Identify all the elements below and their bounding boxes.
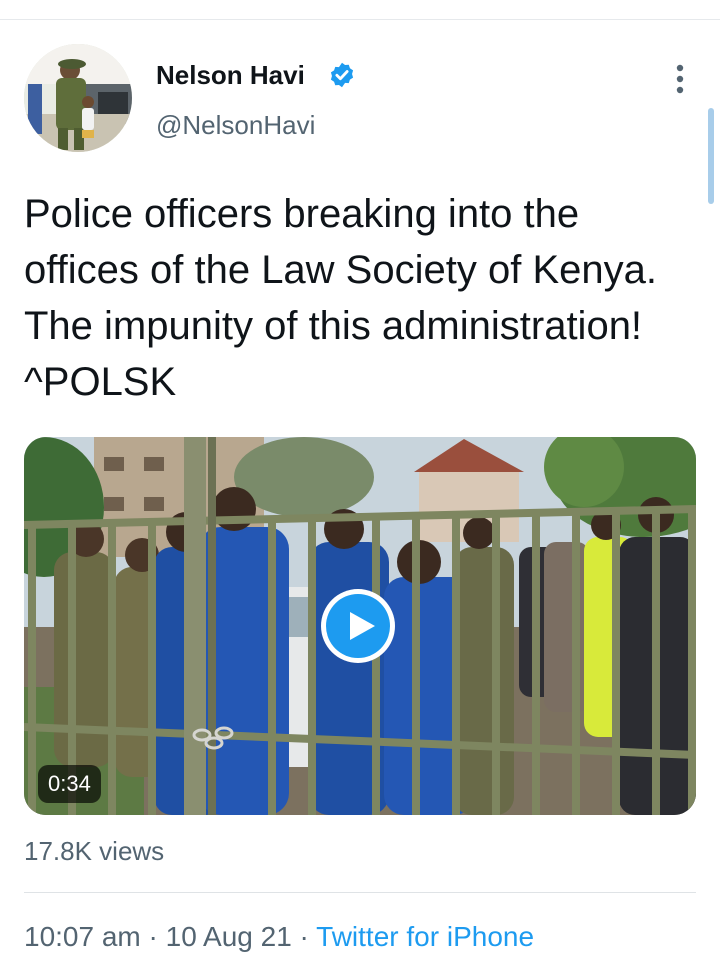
more-options-icon[interactable]	[666, 62, 694, 96]
divider	[24, 892, 696, 893]
scrollbar-thumb[interactable]	[708, 108, 714, 204]
video-player[interactable]: 0:34	[24, 437, 696, 815]
tweet-time: 10:07 am	[24, 921, 141, 952]
user-handle[interactable]: @NelsonHavi	[156, 110, 315, 141]
tweet-metadata: 10:07 am · 10 Aug 21 · Twitter for iPhon…	[24, 921, 534, 953]
display-name[interactable]: Nelson Havi	[156, 60, 305, 91]
meta-separator: ·	[148, 921, 158, 952]
top-divider	[0, 19, 720, 20]
view-count: 17.8K views	[24, 836, 165, 866]
tweet-detail-view: Nelson Havi @NelsonHavi Police officers …	[0, 0, 720, 978]
meta-separator: ·	[299, 921, 309, 952]
video-duration-badge: 0:34	[38, 765, 101, 803]
play-icon[interactable]	[319, 587, 397, 665]
avatar[interactable]	[24, 44, 132, 152]
tweet-source-link[interactable]: Twitter for iPhone	[316, 921, 534, 952]
verified-badge-icon	[330, 62, 354, 88]
tweet-text: Police officers breaking into the office…	[24, 192, 657, 404]
tweet-date[interactable]: 10 Aug 21	[166, 921, 292, 952]
